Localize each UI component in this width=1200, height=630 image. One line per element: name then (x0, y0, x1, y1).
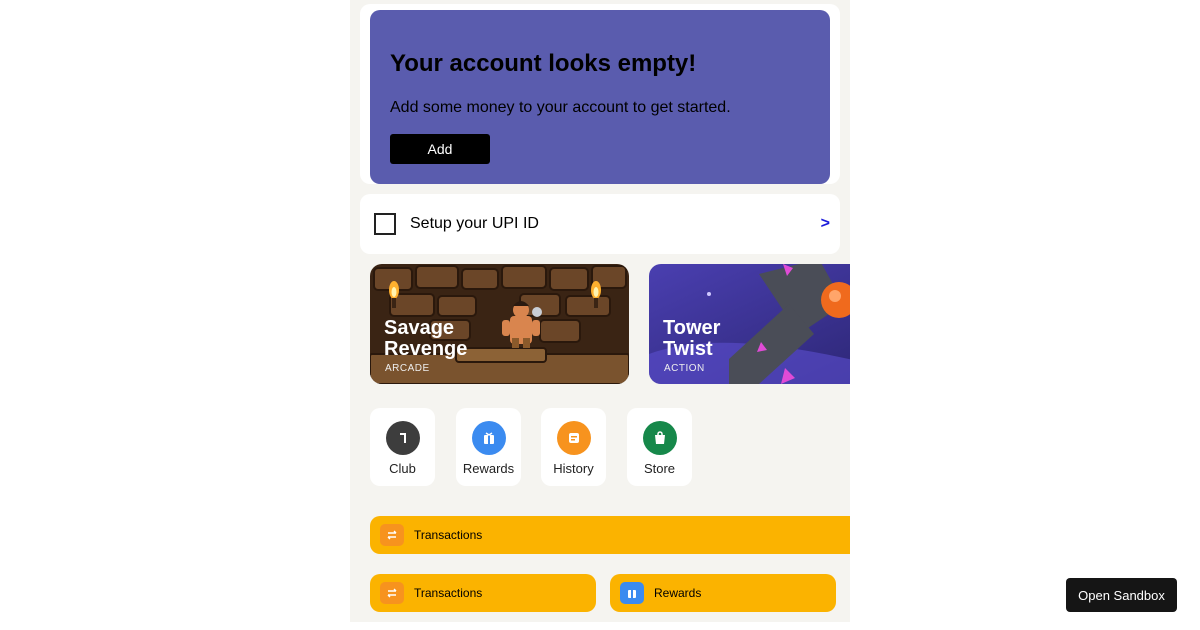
quick-link-label: Club (389, 461, 416, 476)
empty-account-title: Your account looks empty! (390, 50, 697, 77)
add-money-button[interactable]: Add (390, 134, 490, 164)
rewards-bar[interactable]: Rewards (610, 574, 836, 612)
transactions-icon (380, 524, 404, 546)
game-title-line: Tower (663, 317, 721, 339)
game-genre: ACTION (664, 363, 705, 374)
transactions-bar-full[interactable]: Transactions (370, 516, 850, 554)
open-sandbox-button[interactable]: Open Sandbox (1066, 578, 1177, 612)
game-card-savage-revenge[interactable]: Savage Revenge ARCADE (370, 264, 629, 384)
quick-link-store[interactable]: Store (627, 408, 692, 486)
quick-link-club[interactable]: Club (370, 408, 435, 486)
game-title: Tower Twist (663, 318, 783, 360)
rewards-icon (472, 421, 506, 455)
history-icon (557, 421, 591, 455)
transactions-icon (380, 582, 404, 604)
game-title-line: Twist (663, 338, 713, 360)
quick-link-label: Rewards (462, 461, 515, 476)
quick-link-label: History (553, 461, 594, 476)
game-card-tower-twist[interactable]: Tower Twist ACTION (649, 264, 850, 384)
game-genre: ARCADE (385, 363, 430, 374)
empty-account-subtitle: Add some money to your account to get st… (390, 99, 731, 116)
game-title-line: Revenge (384, 338, 468, 360)
club-icon (386, 421, 420, 455)
store-icon (643, 421, 677, 455)
rewards-icon (620, 582, 644, 604)
game-title: Savage Revenge (384, 318, 504, 360)
chevron-right-icon[interactable]: > (821, 215, 830, 233)
quick-link-label: Store (643, 461, 676, 476)
quick-link-rewards[interactable]: Rewards (456, 408, 521, 486)
empty-account-card: Your account looks empty! Add some money… (370, 10, 830, 184)
transactions-bar[interactable]: Transactions (370, 574, 596, 612)
bar-label: Transactions (414, 528, 483, 542)
upi-label: Setup your UPI ID (410, 215, 539, 232)
bar-label: Transactions (414, 586, 483, 600)
game-title-line: Savage (384, 317, 455, 339)
setup-upi-row[interactable]: Setup your UPI ID > (360, 194, 840, 254)
empty-account-section: Your account looks empty! Add some money… (360, 4, 840, 184)
quick-link-history[interactable]: History (541, 408, 606, 486)
app-column: Your account looks empty! Add some money… (350, 0, 850, 622)
upi-checkbox[interactable] (374, 213, 396, 235)
bar-label: Rewards (654, 586, 702, 600)
